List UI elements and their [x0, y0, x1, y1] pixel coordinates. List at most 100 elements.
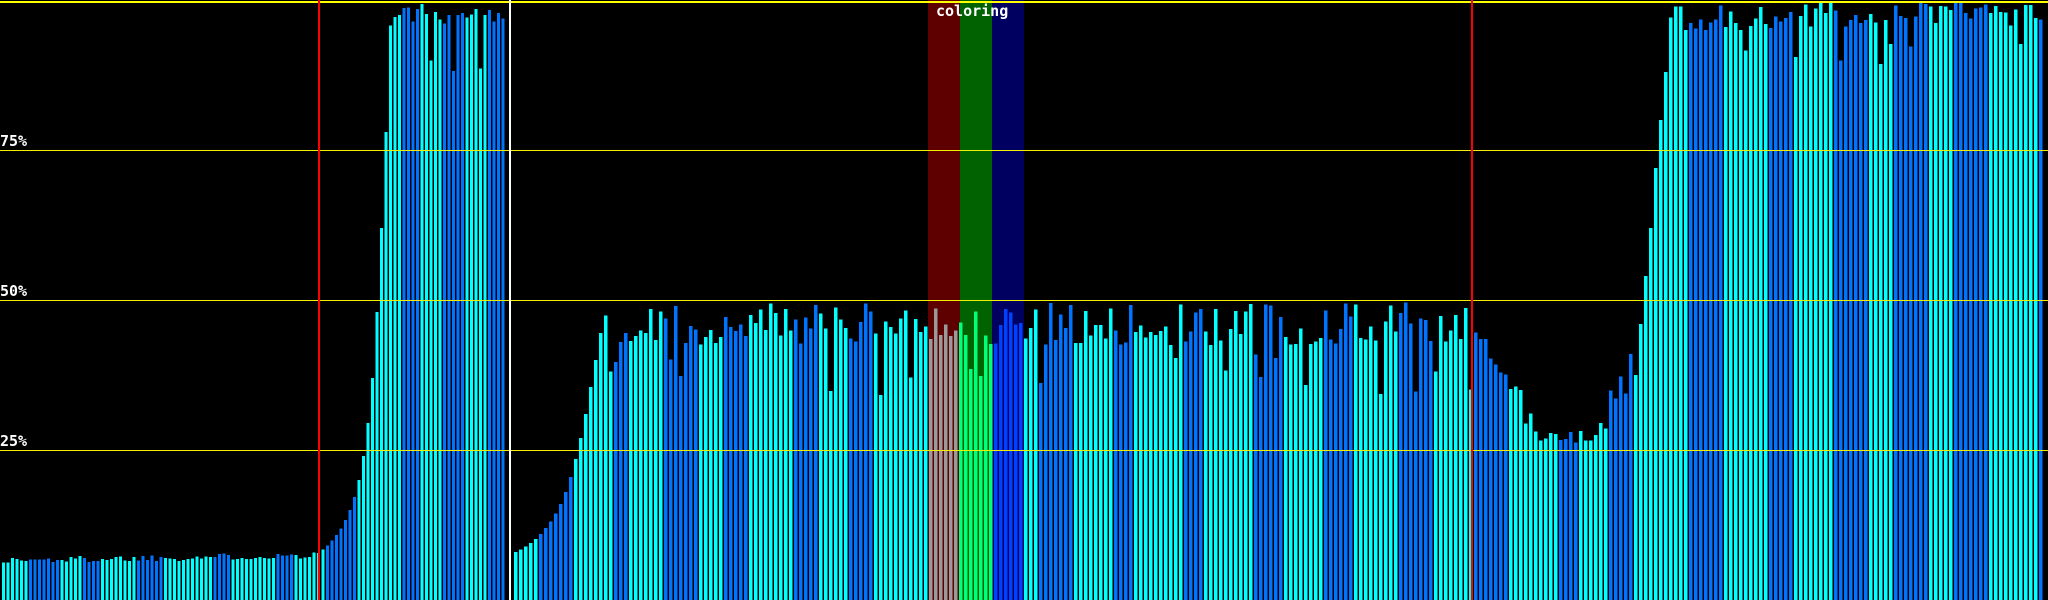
bar — [1639, 324, 1642, 600]
bar — [824, 328, 827, 600]
bar — [1044, 345, 1047, 600]
bar — [1059, 314, 1062, 600]
bar — [1384, 321, 1387, 600]
bar — [2019, 44, 2022, 600]
gridline-50 — [0, 300, 2048, 301]
bar — [1019, 323, 1022, 600]
gridline-100 — [0, 1, 2048, 3]
bar — [1669, 17, 1672, 600]
bar — [461, 13, 464, 600]
bar — [1759, 7, 1762, 600]
bar — [1064, 328, 1067, 600]
bar — [79, 556, 82, 600]
bar — [187, 559, 190, 600]
bar — [308, 557, 311, 600]
bar — [829, 391, 832, 600]
bar — [674, 306, 677, 600]
bar — [1369, 326, 1372, 600]
bar — [1954, 3, 1957, 600]
bar — [599, 333, 602, 600]
bar — [1979, 8, 1982, 600]
bar — [1699, 19, 1702, 600]
bar — [1349, 316, 1352, 600]
bar — [200, 558, 203, 600]
bar — [1194, 312, 1197, 600]
bar — [619, 342, 622, 600]
bar — [1659, 120, 1662, 600]
bar — [1904, 18, 1907, 600]
bar — [245, 559, 248, 600]
bar — [1794, 57, 1797, 600]
bar — [1744, 50, 1747, 600]
bar — [1859, 23, 1862, 600]
bar — [1359, 338, 1362, 600]
bar — [1984, 5, 1987, 600]
bar — [1014, 324, 1017, 600]
bar — [769, 303, 772, 600]
bar — [634, 336, 637, 600]
bar — [259, 557, 262, 600]
bar — [43, 559, 46, 600]
bar — [362, 456, 365, 600]
bar — [739, 325, 742, 600]
bar — [969, 369, 972, 600]
bar — [502, 18, 505, 600]
bar — [2034, 18, 2037, 600]
bar — [999, 325, 1002, 600]
bar — [335, 535, 338, 600]
bar — [425, 14, 428, 600]
bar — [475, 9, 478, 600]
bar — [2039, 20, 2042, 600]
bar — [724, 317, 727, 600]
bar — [497, 13, 500, 600]
bar — [1004, 309, 1007, 600]
bar — [764, 330, 767, 600]
bar — [1189, 332, 1192, 600]
bar — [1134, 332, 1137, 600]
bar — [1989, 13, 1992, 600]
bar — [2009, 25, 2012, 600]
bar — [223, 553, 226, 600]
bar — [1889, 44, 1892, 600]
bar — [92, 561, 95, 600]
bar — [1929, 7, 1932, 600]
ytick-25-label: 25% — [0, 433, 27, 449]
bar — [1799, 16, 1802, 600]
bar — [1824, 13, 1827, 600]
bar — [133, 557, 136, 600]
bar — [1779, 22, 1782, 600]
bar — [1379, 394, 1382, 600]
bar — [155, 561, 158, 600]
bar — [241, 558, 244, 600]
bar — [209, 557, 212, 600]
bar — [277, 554, 280, 600]
red-marker-line-2 — [1471, 0, 1473, 600]
bar — [1819, 3, 1822, 600]
bar — [1104, 338, 1107, 600]
bar — [83, 558, 86, 600]
bar — [1844, 26, 1847, 600]
bar — [1459, 339, 1462, 600]
bar — [554, 514, 557, 600]
bar — [1924, 4, 1927, 600]
bar — [403, 8, 406, 600]
bar — [254, 558, 257, 600]
bar — [1454, 315, 1457, 600]
bar — [649, 309, 652, 600]
bar — [949, 336, 952, 600]
bar — [1874, 23, 1877, 600]
bar — [38, 559, 41, 600]
bar — [299, 558, 302, 600]
bar — [34, 560, 37, 600]
bar — [61, 560, 64, 600]
bar — [250, 559, 253, 600]
bar — [594, 360, 597, 600]
bar — [1729, 11, 1732, 600]
bar — [20, 561, 23, 600]
bar — [839, 319, 842, 600]
bar — [1719, 6, 1722, 600]
bar — [304, 557, 307, 600]
bar — [470, 15, 473, 600]
bar — [944, 324, 947, 600]
bar — [924, 326, 927, 600]
